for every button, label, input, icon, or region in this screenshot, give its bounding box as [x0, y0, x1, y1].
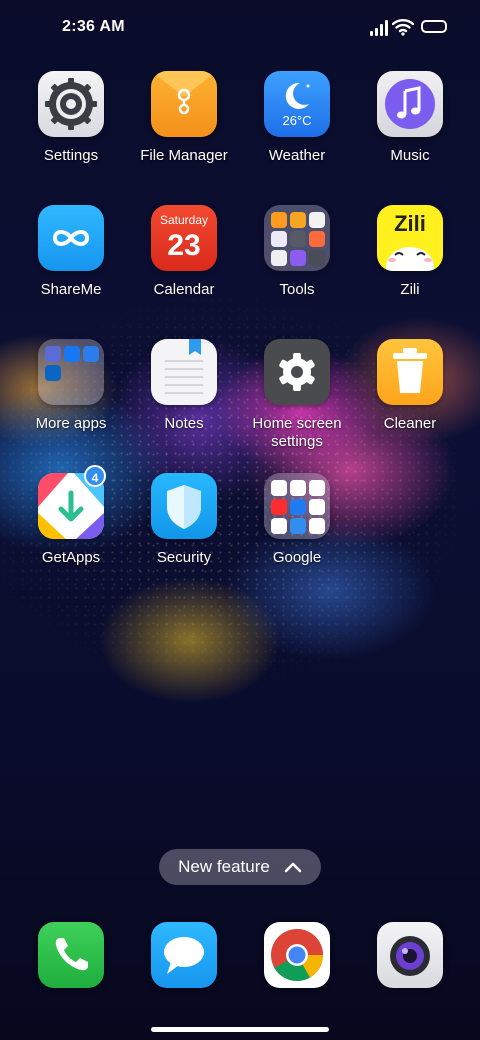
folder-icon	[38, 339, 104, 405]
mini-app-icon	[271, 518, 287, 534]
app-label: Cleaner	[383, 415, 437, 432]
music-icon	[377, 71, 443, 137]
app-label: Home screen settings	[252, 415, 342, 450]
app-label: More apps	[35, 415, 107, 432]
mini-app-icon	[45, 346, 61, 362]
app-calendar[interactable]: Saturday 23 Calendar	[124, 205, 244, 299]
mini-app-icon	[290, 518, 306, 534]
gesture-navigation-bar[interactable]	[151, 1027, 329, 1032]
app-file-manager[interactable]: File Manager	[124, 71, 244, 165]
mini-app-icon	[309, 231, 325, 247]
app-weather[interactable]: 26°C Weather	[237, 71, 357, 165]
mini-app-icon	[290, 480, 306, 496]
folder-more-apps[interactable]: More apps	[11, 339, 131, 433]
folder-icon	[264, 205, 330, 271]
app-label: Zili	[400, 281, 420, 298]
mini-app-icon	[290, 231, 306, 247]
battery-icon	[421, 20, 447, 33]
app-label: Settings	[43, 147, 99, 164]
mini-app-icon	[290, 499, 306, 515]
mini-app-icon	[309, 250, 325, 266]
dock-messaging[interactable]	[124, 922, 244, 988]
calendar-day-name: Saturday	[159, 213, 209, 227]
dock-chrome[interactable]	[237, 922, 357, 988]
gear-icon	[264, 339, 330, 405]
getapps-icon: 4	[38, 465, 106, 539]
app-label: Weather	[268, 147, 326, 164]
app-security[interactable]: Security	[124, 473, 244, 567]
calendar-day-number: 23	[167, 229, 201, 262]
app-label: File Manager	[140, 147, 228, 164]
mini-app-icon	[271, 231, 287, 247]
shield-icon	[151, 473, 217, 539]
trash-icon	[377, 339, 443, 405]
mini-app-slot	[64, 365, 80, 381]
chat-bubble-icon	[151, 922, 217, 988]
app-label: GetApps	[41, 549, 101, 566]
mini-app-icon	[64, 346, 80, 362]
signal-icon	[370, 20, 390, 36]
mini-app-icon	[290, 212, 306, 228]
app-shareme[interactable]: ShareMe	[11, 205, 131, 299]
app-getapps[interactable]: 4 GetApps	[11, 465, 131, 567]
folder-icon	[264, 473, 330, 539]
phone-icon	[38, 922, 104, 988]
mini-app-icon	[271, 480, 287, 496]
mini-app-slot	[83, 365, 99, 381]
mini-app-icon	[309, 480, 325, 496]
app-label: Music	[390, 147, 430, 164]
mini-app-icon	[290, 250, 306, 266]
chevron-up-icon	[284, 862, 302, 873]
infinity-icon	[38, 205, 104, 271]
app-notes[interactable]: Notes	[124, 339, 244, 433]
notepad-icon	[151, 339, 217, 405]
mini-app-icon	[83, 346, 99, 362]
weather-temp: 26°C	[282, 113, 312, 128]
mini-app-icon	[309, 499, 325, 515]
camera-lens-icon	[377, 922, 443, 988]
folder-tools[interactable]: Tools	[237, 205, 357, 299]
status-bar: 2:36 AM	[0, 0, 480, 56]
dock-phone[interactable]	[11, 922, 131, 988]
settings-gear-icon	[38, 71, 104, 137]
new-feature-button[interactable]: New feature	[159, 849, 321, 885]
wifi-icon	[392, 19, 414, 36]
app-label: Notes	[164, 415, 204, 432]
folder-google[interactable]: Google	[237, 473, 357, 567]
app-cleaner[interactable]: Cleaner	[350, 339, 470, 433]
mini-app-icon	[271, 212, 287, 228]
zili-icon: Zili	[377, 205, 443, 271]
mini-app-icon	[309, 212, 325, 228]
weather-icon: 26°C	[264, 71, 330, 137]
app-zili[interactable]: Zili Zili	[350, 205, 470, 299]
new-feature-label: New feature	[178, 857, 270, 876]
app-home-screen-settings[interactable]: Home screen settings	[237, 339, 357, 451]
app-music[interactable]: Music	[350, 71, 470, 165]
status-time: 2:36 AM	[62, 18, 125, 35]
app-label: ShareMe	[40, 281, 102, 298]
download-arrow-icon	[58, 490, 84, 522]
mini-app-icon	[309, 518, 325, 534]
app-settings[interactable]: Settings	[11, 71, 131, 165]
app-label: Google	[272, 549, 322, 566]
folder-envelope-icon	[151, 71, 217, 137]
app-label: Calendar	[153, 281, 215, 298]
app-label: Security	[156, 549, 212, 566]
dock-camera[interactable]	[350, 922, 470, 988]
chrome-icon	[264, 922, 330, 988]
calendar-icon: Saturday 23	[151, 205, 217, 271]
mini-app-icon	[271, 499, 287, 515]
app-label: Tools	[279, 281, 315, 298]
mini-app-icon	[271, 250, 287, 266]
mini-app-icon	[45, 365, 61, 381]
notification-badge: 4	[84, 465, 106, 487]
